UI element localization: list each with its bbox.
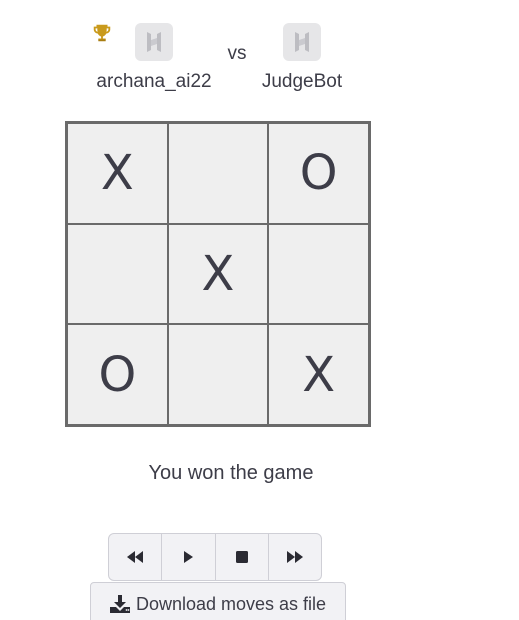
avatar xyxy=(283,23,321,61)
stop-button[interactable] xyxy=(216,534,269,580)
board-cell-8[interactable]: X xyxy=(268,324,369,425)
trophy-icon xyxy=(93,24,111,42)
hex-logo-icon xyxy=(147,32,161,52)
board-cell-4[interactable]: X xyxy=(167,223,269,325)
player-right: JudgeBot xyxy=(227,22,377,93)
player-left: archana_ai22 xyxy=(79,22,229,93)
board-cell-7[interactable] xyxy=(167,324,269,425)
play-icon xyxy=(184,551,194,563)
board-cell-5[interactable] xyxy=(268,223,369,325)
board-cell-0[interactable]: X xyxy=(67,123,168,224)
download-label: Download moves as file xyxy=(135,593,327,614)
game-board: X O X O X xyxy=(65,121,371,427)
stop-icon xyxy=(235,551,248,563)
board-cell-3[interactable] xyxy=(67,223,168,325)
board-cell-2[interactable]: O xyxy=(268,123,369,224)
play-button[interactable] xyxy=(162,534,216,580)
game-status: You won the game xyxy=(148,462,314,484)
player-name: archana_ai22 xyxy=(96,71,212,92)
playback-controls xyxy=(108,533,322,581)
board-cell-6[interactable]: O xyxy=(67,324,168,425)
download-moves-button[interactable]: Download moves as file xyxy=(90,582,346,620)
download-icon xyxy=(109,595,130,613)
rewind-icon xyxy=(127,551,144,563)
fast-forward-icon xyxy=(286,551,303,563)
hex-logo-icon xyxy=(295,32,309,52)
player-name: JudgeBot xyxy=(261,71,343,92)
avatar xyxy=(135,23,173,61)
rewind-button[interactable] xyxy=(109,534,163,580)
game-page: archana_ai22 vs JudgeBot X O X O X You w… xyxy=(0,0,519,620)
board-cell-1[interactable] xyxy=(167,123,269,224)
fast-forward-button[interactable] xyxy=(269,534,321,580)
